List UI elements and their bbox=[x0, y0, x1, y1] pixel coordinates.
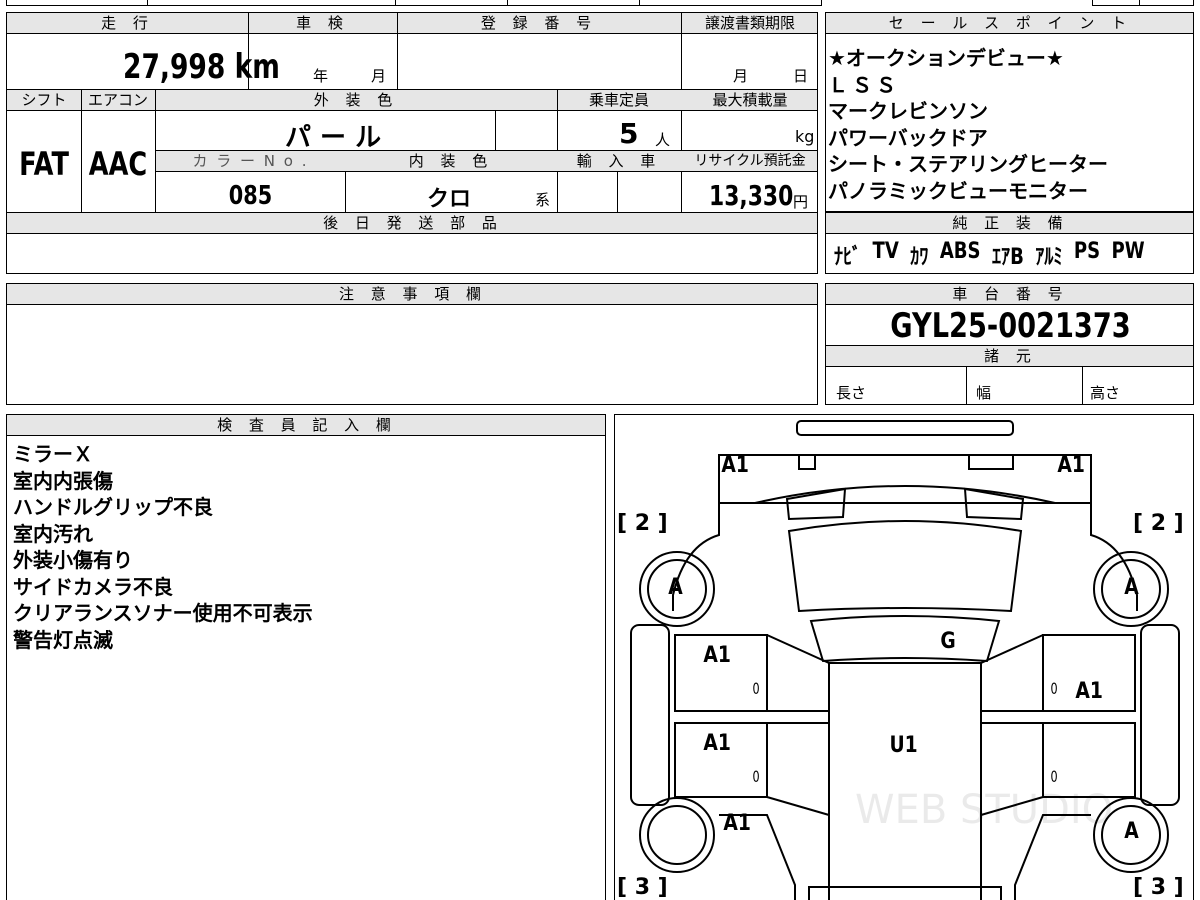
interior-color-value: クロ bbox=[427, 187, 472, 212]
inspector-line: 警告灯点滅 bbox=[13, 627, 113, 652]
inspection-month: 月 bbox=[371, 67, 387, 85]
sales-point-item: ★オークションデビュー★ bbox=[828, 46, 1064, 70]
mark-front-left: A1 bbox=[721, 453, 749, 478]
color-no-label: カ ラ ー N o . bbox=[156, 151, 345, 172]
capacity-value: 5 bbox=[619, 117, 639, 150]
equipment-item: ABS bbox=[939, 239, 981, 264]
recycle-label: リサイクル預託金 bbox=[681, 151, 817, 172]
mark-front-right: A1 bbox=[1057, 453, 1085, 478]
mark-roof: U1 bbox=[889, 733, 918, 758]
mark-wheel-rr: A bbox=[1124, 819, 1139, 844]
mark-door-fl: A1 bbox=[703, 643, 731, 668]
sales-points-list: ★オークションデビュー★ ＬＳＳ マークレビンソン パワーバックドア シート・ス… bbox=[828, 45, 1108, 204]
shift-label: シフト bbox=[7, 90, 81, 111]
specs-header: 諸 元 bbox=[826, 346, 1193, 367]
mark-door-rl: A1 bbox=[703, 731, 731, 756]
sales-point-item: ＬＳＳ bbox=[828, 72, 900, 97]
mark-door-fr: A1 bbox=[1075, 679, 1103, 704]
inspection-year: 年 bbox=[313, 67, 329, 85]
bracket-2-right: [ 2 ] bbox=[1133, 511, 1184, 536]
sales-point-item: パワーバックドア bbox=[828, 125, 988, 150]
spec-height: 高さ bbox=[1090, 384, 1121, 402]
equipment-item: PS bbox=[1073, 239, 1101, 264]
inspector-line: 外装小傷有り bbox=[13, 548, 133, 572]
equipment-item: TV bbox=[872, 239, 899, 264]
exterior-color-value: パ ー ル bbox=[285, 123, 382, 153]
genuine-equipment-panel: 純 正 装 備 ﾅﾋﾞ TV ｶﾜ ABS ｴｱB ｱﾙﾐ PS PW bbox=[825, 212, 1194, 274]
genuine-equipment-header: 純 正 装 備 bbox=[826, 213, 1193, 234]
aircon-value: AAC bbox=[88, 145, 148, 183]
vehicle-info-table: 走 行 車 検 登 録 番 号 譲渡書類期限 27,998 km 年 月 月 日… bbox=[6, 12, 818, 274]
spec-length: 長さ bbox=[836, 384, 867, 402]
inspector-lines: ミラーＸ 室内内張傷 ハンドルグリップ不良 室内汚れ 外装小傷有り サイドカメラ… bbox=[13, 441, 313, 653]
interior-suffix: 系 bbox=[535, 191, 551, 209]
chassis-header: 車 台 番 号 bbox=[826, 284, 1193, 305]
mark-wheel-fl: A bbox=[668, 575, 683, 600]
inspector-line: ハンドルグリップ不良 bbox=[13, 495, 213, 519]
inspector-header: 検 査 員 記 入 欄 bbox=[7, 415, 605, 436]
equipment-item: ﾅﾋﾞ bbox=[834, 245, 862, 270]
aircon-label: エアコン bbox=[81, 90, 155, 111]
inspection-label: 車 検 bbox=[248, 13, 397, 34]
inspector-line: サイドカメラ不良 bbox=[13, 574, 173, 599]
recycle-unit: 円 bbox=[793, 193, 809, 211]
bracket-3-right: [ 3 ] bbox=[1133, 875, 1184, 900]
capacity-label: 乗車定員 bbox=[557, 90, 681, 111]
recycle-value: 13,330 bbox=[709, 179, 794, 212]
mark-zero-4: 0 bbox=[1050, 767, 1058, 786]
bracket-2-left: [ 2 ] bbox=[617, 511, 668, 536]
equipment-item: PW bbox=[1111, 239, 1145, 264]
mark-zero-1: 0 bbox=[752, 679, 760, 698]
mark-rear-left: A1 bbox=[723, 811, 751, 836]
inspector-panel: 検 査 員 記 入 欄 ミラーＸ 室内内張傷 ハンドルグリップ不良 室内汚れ 外… bbox=[6, 414, 606, 900]
wheel-rear-left-icon bbox=[639, 797, 715, 873]
max-load-label: 最大積載量 bbox=[681, 90, 817, 111]
chassis-panel: 車 台 番 号 GYL25-0021373 諸 元 長さ 幅 高さ bbox=[825, 283, 1194, 405]
watermark: WEB STUDIO bbox=[855, 787, 1114, 833]
sales-point-item: マークレビンソン bbox=[828, 99, 988, 123]
sales-points-panel: セ ー ル ス ポ イ ン ト ★オークションデビュー★ ＬＳＳ マークレビンソ… bbox=[825, 12, 1194, 212]
sales-point-item: シート・ステアリングヒーター bbox=[828, 152, 1108, 176]
inspector-line: クリアランスソナー使用不可表示 bbox=[13, 601, 313, 625]
equipment-item: ｴｱB bbox=[992, 245, 1024, 270]
later-parts-label: 後 日 発 送 部 品 bbox=[7, 213, 817, 234]
import-label: 輸 入 車 bbox=[557, 151, 681, 172]
interior-color-label: 内 装 色 bbox=[345, 151, 557, 172]
registration-label: 登 録 番 号 bbox=[397, 13, 681, 34]
deadline-day: 日 bbox=[793, 67, 809, 85]
shift-value: FAT bbox=[19, 145, 69, 183]
inspector-line: 室内内張傷 bbox=[13, 468, 113, 493]
deadline-month: 月 bbox=[733, 67, 749, 85]
spec-width: 幅 bbox=[976, 384, 992, 402]
notes-header: 注 意 事 項 欄 bbox=[7, 284, 817, 305]
sales-points-header: セ ー ル ス ポ イ ン ト bbox=[826, 13, 1193, 34]
notes-panel: 注 意 事 項 欄 bbox=[6, 283, 818, 405]
deadline-label: 譲渡書類期限 bbox=[681, 13, 817, 34]
mileage-label: 走 行 bbox=[7, 13, 248, 34]
mark-windshield: G bbox=[940, 629, 956, 654]
mileage-value: 27,998 km bbox=[123, 47, 280, 87]
top-cut-row-right bbox=[1092, 0, 1194, 6]
mark-zero-3: 0 bbox=[1050, 679, 1058, 698]
inspector-line: 室内汚れ bbox=[13, 521, 93, 546]
sales-point-item: パノラミックビューモニター bbox=[828, 178, 1088, 203]
mark-zero-2: 0 bbox=[752, 767, 760, 786]
color-no-value: 085 bbox=[228, 181, 273, 211]
equipment-item: ｱﾙﾐ bbox=[1035, 245, 1063, 270]
genuine-equipment-list: ﾅﾋﾞ TV ｶﾜ ABS ｴｱB ｱﾙﾐ PS PW bbox=[834, 239, 1145, 271]
equipment-item: ｶﾜ bbox=[910, 245, 929, 270]
max-load-unit: kg bbox=[795, 127, 815, 146]
chassis-number: GYL25-0021373 bbox=[890, 306, 1131, 346]
top-cut-row bbox=[6, 0, 822, 6]
mark-wheel-fr: A bbox=[1124, 575, 1139, 600]
inspector-line: ミラーＸ bbox=[13, 442, 93, 466]
car-diagram-panel: A1 A1 A A A A1 A1 A1 A1 G U1 0 0 0 0 [ 2… bbox=[614, 414, 1194, 900]
capacity-unit: 人 bbox=[655, 131, 671, 149]
exterior-color-label: 外 装 色 bbox=[155, 90, 557, 111]
bracket-3-left: [ 3 ] bbox=[617, 875, 668, 900]
